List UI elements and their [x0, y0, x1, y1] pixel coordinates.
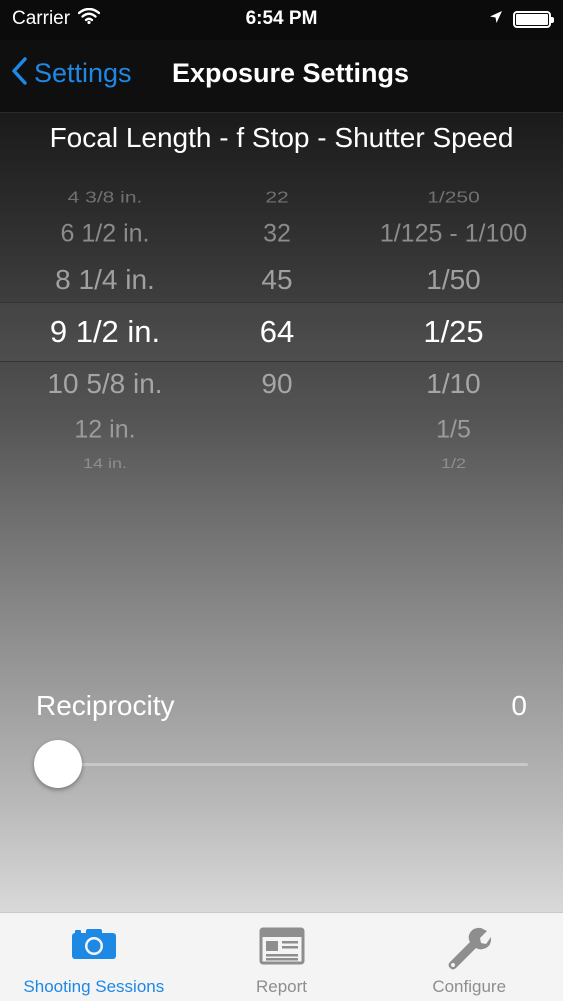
navigation-bar: Settings Exposure Settings [0, 40, 563, 113]
picker-option[interactable]: 6 1/2 in. [0, 220, 210, 249]
picker-option[interactable]: 4 3/8 in. [0, 189, 210, 207]
battery-fill [516, 13, 548, 25]
picker-column-shutter-speed[interactable]: 1/500 1/250 1/125 - 1/100 1/50 1/25 1/10 1/5 1/… [344, 176, 563, 488]
picker-option[interactable]: 1/25 [344, 314, 563, 350]
tab-label: Configure [432, 977, 507, 996]
picker-option[interactable]: 1/125 - 1/100 [344, 220, 563, 249]
report-icon [259, 927, 305, 970]
picker-option[interactable]: 64 [210, 314, 344, 350]
tab-configure[interactable]: Configure [375, 913, 563, 1001]
picker-option[interactable]: 32 [210, 220, 344, 249]
exposure-picker: 4 3/8 in. 6 1/2 in. 8 1/4 in. 9 1/2 in. 10 5… [0, 176, 563, 488]
picker-column-f-stop[interactable]: 16 22 32 45 64 90 [210, 176, 344, 488]
picker-option[interactable]: 1/250 [344, 189, 563, 207]
status-time: 6:54 PM [245, 8, 318, 29]
picker-option[interactable]: 16 [210, 176, 344, 178]
slider-thumb[interactable] [34, 740, 82, 788]
picker-option[interactable]: 9 1/2 in. [0, 314, 210, 350]
picker-column-focal-length[interactable]: 4 3/8 in. 6 1/2 in. 8 1/4 in. 9 1/2 in. 10 5… [0, 176, 210, 488]
picker-option[interactable]: 45 [210, 264, 344, 296]
tab-label: Shooting Sessions [23, 977, 165, 996]
reciprocity-label: Reciprocity [36, 690, 175, 721]
picker-option[interactable]: 1/50 [344, 264, 563, 296]
wrench-icon [447, 927, 492, 976]
picker-columns-header: Focal Length - f Stop - Shutter Speed [49, 122, 514, 153]
status-bar: Carrier 6:54 PM [0, 0, 563, 40]
page-title: Exposure Settings [172, 58, 410, 88]
chevron-left-icon [10, 56, 28, 91]
picker-option[interactable]: 12 in. [0, 416, 210, 445]
picker-option[interactable]: 1/10 [344, 368, 563, 400]
battery-icon [513, 10, 554, 28]
location-arrow-icon [489, 8, 503, 30]
picker-option[interactable]: 14 in. [0, 456, 210, 472]
picker-option[interactable]: 1/500 [344, 176, 563, 178]
tab-label: Report [255, 977, 308, 996]
picker-option[interactable]: 8 1/4 in. [0, 264, 210, 296]
reciprocity-slider[interactable] [34, 740, 528, 788]
picker-option[interactable]: 10 5/8 in. [0, 368, 210, 400]
reciprocity-value: 0 [511, 690, 527, 721]
back-button-label: Settings [34, 58, 132, 88]
picker-option[interactable]: 90 [210, 368, 344, 400]
slider-track [34, 763, 528, 766]
camera-icon [70, 927, 118, 966]
back-button[interactable]: Settings [10, 56, 132, 91]
tab-shooting-sessions[interactable]: Shooting Sessions [0, 913, 188, 1001]
picker-option[interactable]: 1/2 [344, 456, 563, 472]
tab-bar: Shooting Sessions Report Configure [0, 912, 563, 1001]
picker-option[interactable]: 1/5 [344, 416, 563, 445]
tab-report[interactable]: Report [188, 913, 376, 1001]
status-right [489, 8, 554, 30]
picker-option[interactable]: 22 [210, 189, 344, 207]
